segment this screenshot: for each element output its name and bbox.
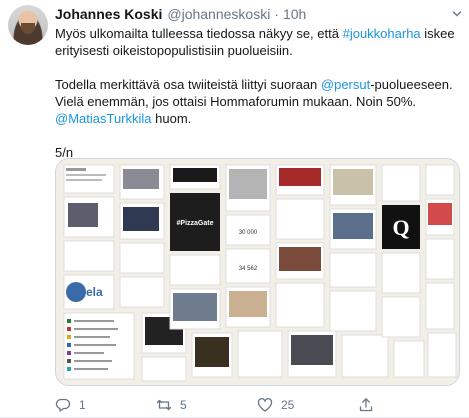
collage-number1-text: 30 000 [239, 230, 258, 236]
chevron-down-icon[interactable] [452, 9, 462, 19]
mention-persut-link[interactable]: @persut [321, 77, 370, 92]
tweet: Johannes Koski @johanneskoski · 10h Myös… [0, 0, 469, 418]
mention-matiasturkkila-link[interactable]: @MatiasTurkkila [55, 111, 152, 126]
collage-q-text: Q [392, 215, 409, 240]
tweet-image[interactable]: ela #PizzaGate 30 000 34 562 Q [55, 158, 460, 386]
avatar[interactable] [8, 5, 48, 45]
paragraph-2: Todella merkittävä osa twiiteistä liitty… [55, 77, 453, 126]
share-button[interactable] [358, 396, 459, 414]
collage-pizzagate-text: #PizzaGate [177, 220, 214, 227]
like-button[interactable]: 25 [257, 396, 358, 414]
collage-number2-text: 34 562 [239, 266, 258, 272]
like-count: 25 [281, 398, 295, 412]
retweet-icon [156, 399, 172, 411]
tweet-timestamp[interactable]: 10h [283, 6, 306, 22]
separator-dot: · [274, 6, 279, 22]
paragraph-1: Myös ulkomailta tulleessa tiedossa näkyy… [55, 26, 455, 58]
heart-icon [257, 397, 273, 412]
tweet-actions: 1 5 25 [55, 396, 460, 414]
tweet-content: Johannes Koski @johanneskoski · 10h Myös… [55, 6, 462, 161]
hashtag-link[interactable]: #joukkoharha [343, 26, 421, 41]
tweet-header: Johannes Koski @johanneskoski · 10h [55, 6, 460, 24]
author-handle[interactable]: @johanneskoski [167, 6, 270, 22]
tweet-text: Myös ulkomailta tulleessa tiedossa näkyy… [55, 25, 460, 161]
retweet-count: 5 [180, 398, 187, 412]
collage-brand-text: ela [86, 285, 103, 299]
share-icon [359, 398, 373, 412]
reply-count: 1 [79, 398, 86, 412]
author-name[interactable]: Johannes Koski [55, 6, 162, 22]
reply-icon [55, 398, 71, 412]
retweet-button[interactable]: 5 [156, 396, 257, 414]
collage-image: ela #PizzaGate 30 000 34 562 Q [56, 159, 459, 385]
reply-button[interactable]: 1 [55, 396, 156, 414]
